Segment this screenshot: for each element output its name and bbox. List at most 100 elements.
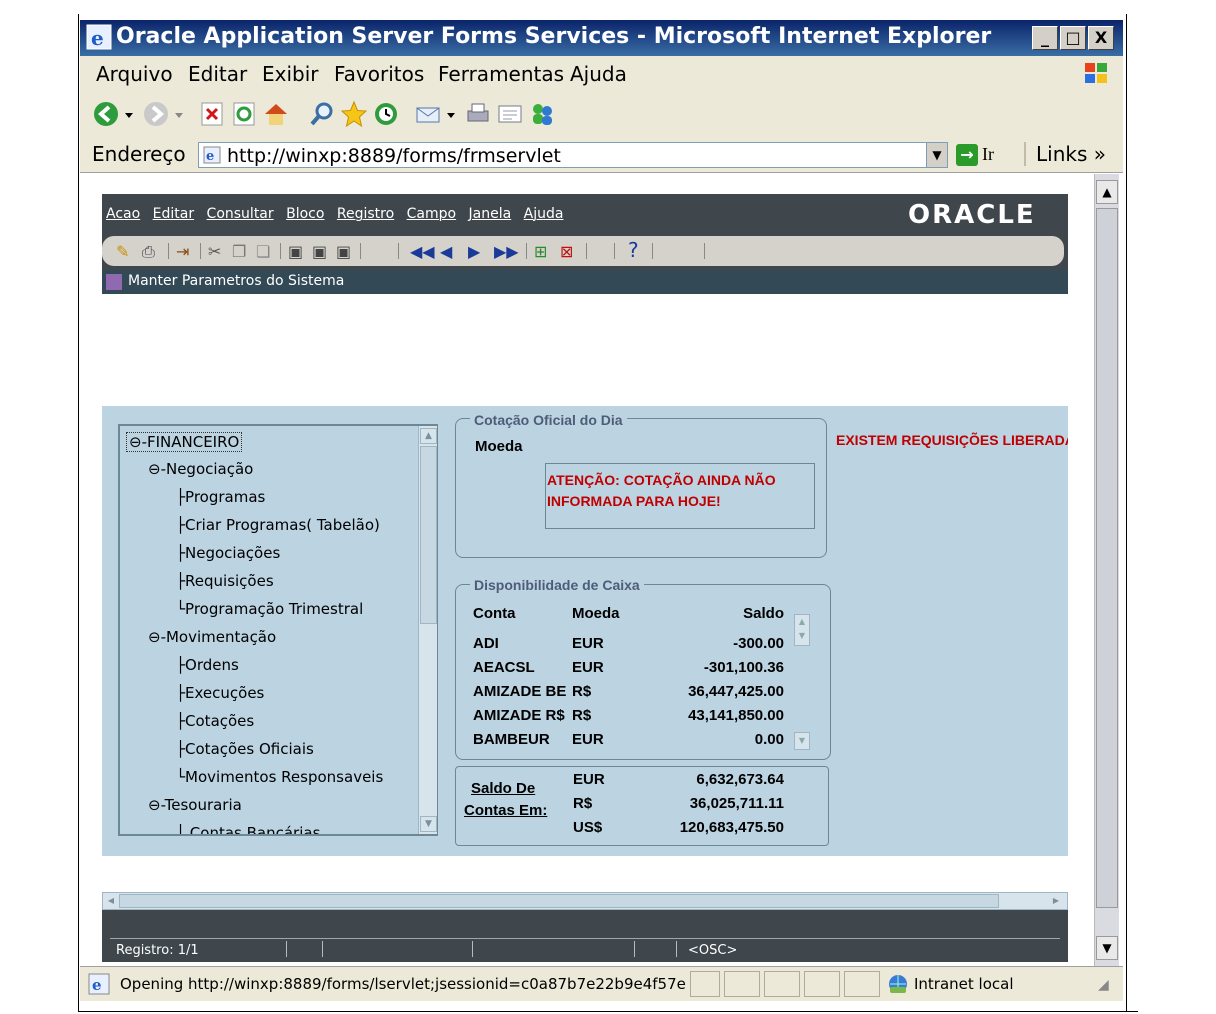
mail-icon[interactable] — [414, 100, 442, 128]
tree-item[interactable]: ├Requisições — [176, 572, 274, 590]
menu-favoritos[interactable]: Favoritos — [334, 62, 424, 86]
minimize-button[interactable]: _ — [1032, 26, 1058, 50]
col-header-conta: Conta — [473, 605, 516, 622]
scroll-up-icon[interactable]: ▲ — [1096, 180, 1118, 204]
toolbar-separator — [360, 243, 361, 259]
tree-item[interactable]: ├Cotações Oficiais — [176, 740, 314, 758]
delete-record-icon[interactable]: ⊠ — [560, 242, 573, 261]
status-separator — [322, 941, 323, 957]
oracle-menu-bloco[interactable]: Bloco — [286, 206, 324, 222]
execute-query-icon[interactable]: ▣ — [312, 242, 327, 261]
oracle-menu-consultar[interactable]: Consultar — [207, 206, 274, 222]
cut-icon[interactable]: ✂ — [208, 242, 221, 261]
favorites-star-icon[interactable] — [340, 100, 368, 128]
caixa-moeda: R$ — [572, 683, 592, 700]
links-button[interactable]: Links » — [1024, 142, 1106, 166]
oracle-menu-ajuda[interactable]: Ajuda — [524, 206, 564, 222]
tree-item[interactable]: ├Execuções — [176, 684, 264, 702]
tree-scroll-down-icon[interactable]: ▼ — [420, 816, 437, 832]
cancel-query-icon[interactable]: ▣ — [336, 242, 351, 261]
scroll-down-icon[interactable]: ▼ — [1096, 936, 1118, 960]
close-button[interactable]: X — [1088, 26, 1114, 50]
tree-item[interactable]: └Movimentos Responsaveis — [176, 768, 383, 786]
form-title-text: Manter Parametros do Sistema — [128, 273, 345, 289]
menu-exibir[interactable]: Exibir — [262, 62, 319, 86]
back-icon[interactable] — [92, 100, 120, 128]
insert-record-icon[interactable]: ⊞ — [534, 242, 547, 261]
history-icon[interactable] — [372, 100, 400, 128]
tree-item[interactable]: │ Contas Bancárias — [176, 824, 320, 834]
tree-item[interactable]: ⊖-FINANCEIRO — [126, 432, 243, 452]
window-titlebar: e Oracle Application Server Forms Servic… — [80, 20, 1123, 56]
tree-item[interactable]: ⊖-Tesouraria — [148, 796, 242, 814]
tree-item[interactable]: ⊖-Negociação — [148, 460, 253, 478]
forward-icon[interactable] — [142, 100, 170, 128]
caixa-scroll-down-icon[interactable]: ▼ — [794, 732, 810, 750]
mail-dropdown-icon[interactable] — [444, 100, 458, 128]
enter-query-icon[interactable]: ▣ — [288, 242, 303, 261]
caixa-scroll-up-icon[interactable]: ▲ ▼ — [794, 614, 810, 646]
next-block-icon[interactable]: ▶▶ — [494, 242, 519, 261]
browser-vertical-scrollbar[interactable]: ▲ ▼ — [1094, 174, 1119, 966]
maximize-button[interactable]: □ — [1060, 26, 1086, 50]
back-dropdown-icon[interactable] — [122, 100, 136, 128]
exit-icon[interactable]: ⇥ — [176, 242, 189, 261]
oracle-menu-janela[interactable]: Janela — [469, 206, 512, 222]
tree-item[interactable]: ├Ordens — [176, 656, 239, 674]
next-record-icon[interactable]: ▶ — [468, 242, 480, 261]
tree-item[interactable]: ├Programas — [176, 488, 265, 506]
oracle-menu-acao[interactable]: Acao — [106, 206, 140, 222]
applet-horizontal-scrollbar[interactable]: ◀ ▶ — [102, 892, 1068, 910]
previous-block-icon[interactable]: ◀◀ — [410, 242, 435, 261]
tree-item[interactable]: ├Criar Programas( Tabelão) — [176, 516, 380, 534]
menu-ferramentas[interactable]: Ferramentas — [438, 62, 564, 86]
address-url: http://winxp:8889/forms/frmservlet — [227, 145, 561, 167]
tree-item[interactable]: └Programação Trimestral — [176, 600, 363, 618]
tree-item[interactable]: ├Negociações — [176, 544, 280, 562]
print-icon[interactable] — [464, 100, 492, 128]
tree-item[interactable]: ├Cotações — [176, 712, 254, 730]
tree-scroll-up-icon[interactable]: ▲ — [420, 428, 437, 444]
forward-dropdown-icon[interactable] — [172, 100, 186, 128]
stop-icon[interactable] — [198, 100, 226, 128]
tree-scrollbar[interactable]: ▲ ▼ — [418, 426, 437, 834]
go-arrow-icon[interactable]: → — [956, 144, 978, 166]
hscroll-right-icon[interactable]: ▶ — [1049, 894, 1063, 908]
edit-icon[interactable] — [496, 100, 524, 128]
caixa-moeda: EUR — [572, 731, 604, 748]
oracle-menu-editar[interactable]: Editar — [153, 206, 194, 222]
caixa-conta: AEACSL — [473, 659, 535, 676]
hscroll-thumb[interactable] — [119, 894, 999, 908]
help-icon[interactable]: ? — [628, 238, 639, 262]
caixa-moeda: EUR — [572, 659, 604, 676]
oracle-menu-campo[interactable]: Campo — [407, 206, 456, 222]
tree-item[interactable]: ⊖-Movimentação — [148, 628, 276, 646]
save-icon[interactable]: ✎ — [116, 242, 129, 261]
go-button-label[interactable]: Ir — [982, 144, 994, 165]
previous-record-icon[interactable]: ◀ — [440, 242, 452, 261]
tree-scroll-thumb[interactable] — [420, 446, 437, 624]
resize-grip-icon[interactable]: ◢ — [1098, 977, 1109, 993]
menu-arquivo[interactable]: Arquivo — [96, 62, 173, 86]
messenger-icon[interactable] — [528, 100, 556, 128]
svg-text:e: e — [92, 976, 102, 994]
navigation-tree[interactable]: ⊖-FINANCEIRO ⊖-Negociação ├Programas ├Cr… — [118, 424, 438, 836]
menu-editar[interactable]: Editar — [188, 62, 247, 86]
hscroll-left-icon[interactable]: ◀ — [104, 894, 118, 908]
cotacao-moeda-label: Moeda — [475, 438, 523, 455]
status-separator — [472, 941, 473, 957]
menu-ajuda[interactable]: Ajuda — [570, 62, 627, 86]
search-icon[interactable] — [308, 100, 336, 128]
home-icon[interactable] — [262, 100, 290, 128]
address-label: Endereço — [92, 142, 186, 166]
toolbar-separator — [652, 243, 653, 259]
print-icon[interactable]: ⎙ — [142, 242, 155, 262]
refresh-icon[interactable] — [230, 100, 258, 128]
copy-icon[interactable]: ❐ — [232, 242, 246, 261]
caixa-saldo: 0.00 — [754, 731, 784, 748]
address-input[interactable]: e http://winxp:8889/forms/frmservlet — [198, 142, 948, 168]
scroll-thumb[interactable] — [1096, 208, 1118, 908]
paste-icon[interactable]: ❏ — [256, 242, 270, 261]
oracle-menu-registro[interactable]: Registro — [337, 206, 394, 222]
address-dropdown-icon[interactable]: ▼ — [926, 142, 948, 168]
